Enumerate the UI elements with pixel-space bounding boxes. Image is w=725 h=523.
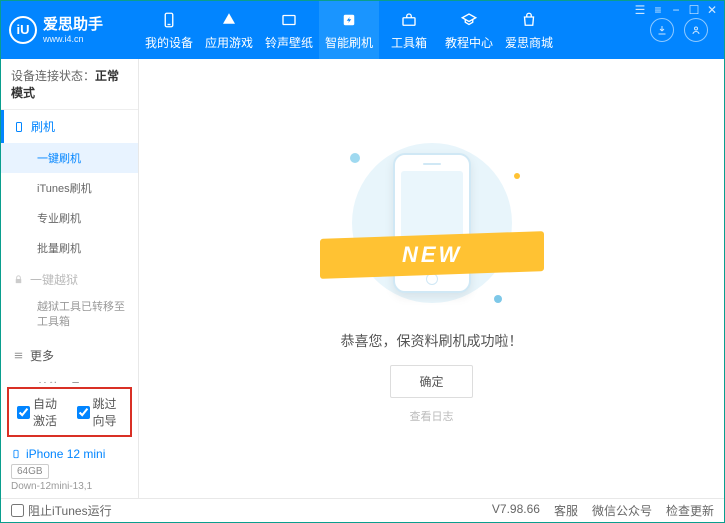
section-title: 一键越狱 [30,271,78,288]
lock-icon [13,274,24,285]
success-message: 恭喜您，保资料刷机成功啦！ [341,331,523,351]
checkbox-input[interactable] [17,406,30,419]
win-close-icon[interactable]: ✕ [704,3,720,17]
sidebar: 设备连接状态：正常模式 刷机 一键刷机 iTunes刷机 专业刷机 批量刷机 一… [1,59,139,498]
win-max-icon[interactable]: ☐ [686,3,702,17]
store-icon [519,10,539,30]
wechat-link[interactable]: 微信公众号 [592,502,652,519]
section-title: 更多 [30,347,54,364]
nav-store[interactable]: 爱思商城 [499,1,559,59]
header-right [650,18,716,42]
storage-badge: 64GB [11,464,49,479]
block-itunes-checkbox[interactable] [11,504,24,517]
checkbox-skip-setup[interactable]: 跳过向导 [77,395,123,429]
logo-icon: iU [9,16,37,44]
user-button[interactable] [684,18,708,42]
nav-label: 工具箱 [391,34,427,51]
sidebar-item-itunes-flash[interactable]: iTunes刷机 [1,173,138,203]
nav-label: 智能刷机 [325,34,373,51]
device-icon [11,447,21,461]
device-icon [159,10,179,30]
flash-icon [339,10,359,30]
block-itunes-label: 阻止iTunes运行 [28,502,112,519]
connection-status: 设备连接状态：正常模式 [1,59,138,110]
win-menu-icon[interactable]: ≡ [650,3,666,17]
sidebar-item-other-tools[interactable]: 其他工具 [1,372,138,383]
jailbreak-note: 越狱工具已转移至工具箱 [1,296,138,339]
device-name: iPhone 12 mini [26,447,105,461]
nav-label: 铃声壁纸 [265,34,313,51]
confirm-button[interactable]: 确定 [390,365,472,398]
download-button[interactable] [650,18,674,42]
nav-toolbox[interactable]: 工具箱 [379,1,439,59]
nav-my-device[interactable]: 我的设备 [139,1,199,59]
ribbon-text: NEW [401,242,461,268]
section-more[interactable]: 更多 [1,339,138,372]
footer: 阻止iTunes运行 V7.98.66 客服 微信公众号 检查更新 [1,498,724,522]
checkbox-input[interactable] [77,406,90,419]
toolbox-icon [399,10,419,30]
phone-icon [13,121,25,133]
tutorial-icon [459,10,479,30]
section-jailbreak: 一键越狱 [1,263,138,296]
header: iU 爱思助手 www.i4.cn 我的设备 应用游戏 铃声壁纸 智能刷机 [1,1,724,59]
nav-apps[interactable]: 应用游戏 [199,1,259,59]
win-settings-icon[interactable]: ☰ [632,3,648,17]
nav-label: 爱思商城 [505,34,553,51]
check-update-link[interactable]: 检查更新 [666,502,714,519]
nav-tutorials[interactable]: 教程中心 [439,1,499,59]
nav-label: 我的设备 [145,34,193,51]
view-log-link[interactable]: 查看日志 [410,408,454,424]
apps-icon [219,10,239,30]
app-logo: iU 爱思助手 www.i4.cn [9,16,139,45]
app-name: 爱思助手 [43,16,103,34]
sidebar-item-pro-flash[interactable]: 专业刷机 [1,203,138,233]
checkbox-label: 自动激活 [33,395,63,429]
device-model: Down-12mini-13,1 [11,481,128,492]
app-url: www.i4.cn [43,34,103,45]
nav-label: 教程中心 [445,34,493,51]
options-row: 自动激活 跳过向导 [7,387,132,437]
win-min-icon[interactable]: − [668,3,684,17]
nav-ringtones[interactable]: 铃声壁纸 [259,1,319,59]
menu-icon [13,350,24,361]
customer-service-link[interactable]: 客服 [554,502,578,519]
status-label: 设备连接状态： [11,69,95,83]
window-controls: ☰ ≡ − ☐ ✕ [628,1,724,19]
checkbox-label: 跳过向导 [93,395,123,429]
main-content: NEW 恭喜您，保资料刷机成功啦！ 确定 查看日志 [139,59,724,498]
main-nav: 我的设备 应用游戏 铃声壁纸 智能刷机 工具箱 教程中心 [139,1,650,59]
nav-smart-flash[interactable]: 智能刷机 [319,1,379,59]
version-label: V7.98.66 [492,502,540,519]
section-title: 刷机 [31,118,55,135]
success-illustration: NEW [342,133,522,313]
wallpaper-icon [279,10,299,30]
sidebar-item-batch-flash[interactable]: 批量刷机 [1,233,138,263]
sidebar-item-oneclick-flash[interactable]: 一键刷机 [1,143,138,173]
new-ribbon: NEW [320,231,544,279]
device-info[interactable]: iPhone 12 mini 64GB Down-12mini-13,1 [1,441,138,498]
checkbox-auto-activate[interactable]: 自动激活 [17,395,63,429]
nav-label: 应用游戏 [205,34,253,51]
section-flash[interactable]: 刷机 [1,110,138,143]
